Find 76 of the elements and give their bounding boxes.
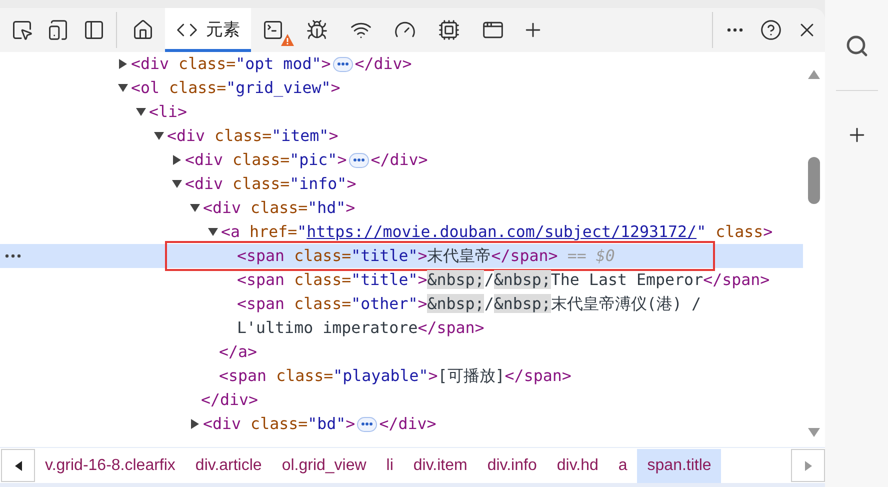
caret-right-icon[interactable] bbox=[190, 419, 200, 429]
row-menu-icon[interactable] bbox=[5, 254, 21, 258]
caret-right-icon[interactable] bbox=[118, 59, 128, 69]
scroll-up-icon[interactable] bbox=[808, 70, 820, 79]
breadcrumb-item[interactable]: ol.grid_view bbox=[272, 448, 376, 482]
tree-row[interactable]: <ol class="grid_view"> bbox=[0, 76, 803, 100]
tree-row[interactable]: <div class="opt mod"> </div> bbox=[0, 52, 803, 76]
scroll-left-button[interactable] bbox=[1, 449, 35, 482]
help-icon bbox=[760, 19, 782, 41]
code-text: <div class="hd"> bbox=[203, 197, 356, 219]
code-text: </div> bbox=[354, 53, 412, 75]
ellipsis-icon bbox=[352, 158, 365, 162]
caret-down-icon[interactable] bbox=[190, 203, 200, 213]
panel-icon bbox=[83, 19, 105, 41]
tree-row[interactable]: <div class="info"> bbox=[0, 172, 803, 196]
code-text: <a href="https://movie.douban.com/subject/1293172/" class> bbox=[221, 221, 773, 243]
code-text: <div class="info"> bbox=[185, 173, 356, 195]
cursor-square-icon bbox=[11, 19, 33, 41]
selected-row[interactable]: <span class="title">末代皇帝</span> == $0 bbox=[0, 244, 803, 268]
link[interactable]: https://movie.douban.com/subject/1293172/ bbox=[306, 222, 697, 241]
ellipsis-icon bbox=[361, 422, 374, 426]
tree-row[interactable]: <div class="hd"> bbox=[0, 196, 803, 220]
code-text: <div class="opt mod"> bbox=[131, 53, 331, 75]
more-icon bbox=[727, 28, 743, 32]
tool-tab[interactable]: 元素 bbox=[165, 8, 251, 52]
breadcrumb-item[interactable]: div.hd bbox=[546, 448, 608, 482]
caret-left-icon bbox=[14, 460, 22, 470]
breadcrumb-item[interactable]: span.title bbox=[637, 448, 722, 482]
code-text: </a> bbox=[219, 341, 258, 363]
scroll-right-button[interactable] bbox=[791, 449, 825, 482]
code-text: <span class="playable">[可播放]</span> bbox=[219, 365, 572, 387]
ellipsis-icon bbox=[336, 62, 349, 66]
tree-row[interactable]: <div class="pic"> </div> bbox=[0, 148, 803, 172]
tree-row[interactable]: <span class="playable">[可播放]</span> bbox=[0, 364, 803, 388]
tree-row[interactable]: <li> bbox=[0, 100, 803, 124]
collapsed-content-button[interactable] bbox=[357, 416, 378, 432]
tree-row[interactable]: <span class="other">&nbsp;/&nbsp;末代皇帝溥仪(港) / L'ultimo imperatore</span> bbox=[0, 292, 803, 340]
code-text: </div> bbox=[379, 413, 436, 435]
code-text: <span class="title">末代皇帝</span> == $0 bbox=[237, 245, 615, 267]
caret-down-icon[interactable] bbox=[172, 179, 182, 189]
window-icon bbox=[482, 19, 504, 41]
collapsed-content-button[interactable] bbox=[332, 56, 353, 72]
tree-row[interactable]: <div class="item"> bbox=[0, 124, 803, 148]
caret-down-icon[interactable] bbox=[154, 131, 164, 141]
caret-right-icon bbox=[804, 460, 812, 470]
breadcrumb-item[interactable]: div.item bbox=[403, 448, 478, 482]
code-text: <div class="item"> bbox=[167, 125, 338, 147]
code-text: <span class="other">&nbsp;/&nbsp;末代皇帝溥仪(港) / L'ultimo imperatore</span> bbox=[237, 293, 701, 339]
collapsed-content-button[interactable] bbox=[348, 152, 369, 168]
breadcrumb-item[interactable]: li bbox=[376, 448, 404, 482]
breadcrumb-item[interactable]: a bbox=[608, 448, 638, 482]
code-text: <ol class="grid_view"> bbox=[131, 77, 340, 99]
code-text: <div class="bd"> bbox=[203, 413, 356, 435]
caret-down-icon[interactable] bbox=[208, 227, 218, 237]
code-text: <span class="title">&nbsp;/&nbsp;The Last Emperor</span> bbox=[237, 269, 770, 291]
caret-right-icon[interactable] bbox=[172, 155, 182, 165]
breadcrumb-item[interactable]: v.grid-16-8.clearfix bbox=[35, 448, 186, 482]
code-text: <li> bbox=[149, 101, 188, 123]
scrollbar-thumb[interactable] bbox=[808, 157, 820, 204]
scroll-down-icon[interactable] bbox=[808, 428, 820, 437]
bug-icon bbox=[306, 19, 328, 41]
search-icon bbox=[844, 34, 868, 58]
code-text: <div class="pic"> bbox=[185, 149, 347, 171]
breadcrumb-item[interactable]: div.article bbox=[185, 448, 272, 482]
breadcrumb-item[interactable]: div.info bbox=[477, 448, 547, 482]
tree-row[interactable]: <span class="title">&nbsp;/&nbsp;The Last Emperor</span> bbox=[0, 268, 803, 292]
tree-row[interactable]: <div class="bd"> </div> bbox=[0, 412, 803, 436]
caret-down-icon[interactable] bbox=[136, 107, 146, 117]
code-text: </div> bbox=[201, 389, 258, 411]
code-text: </div> bbox=[370, 149, 428, 171]
caret-down-icon[interactable] bbox=[118, 83, 128, 93]
terminal-icon bbox=[262, 19, 284, 41]
tree-row[interactable]: <a href="https://movie.douban.com/subject/1293172/" class> bbox=[0, 220, 803, 244]
chip-icon bbox=[438, 19, 460, 41]
devices-icon bbox=[47, 19, 69, 41]
home-icon bbox=[132, 19, 154, 41]
